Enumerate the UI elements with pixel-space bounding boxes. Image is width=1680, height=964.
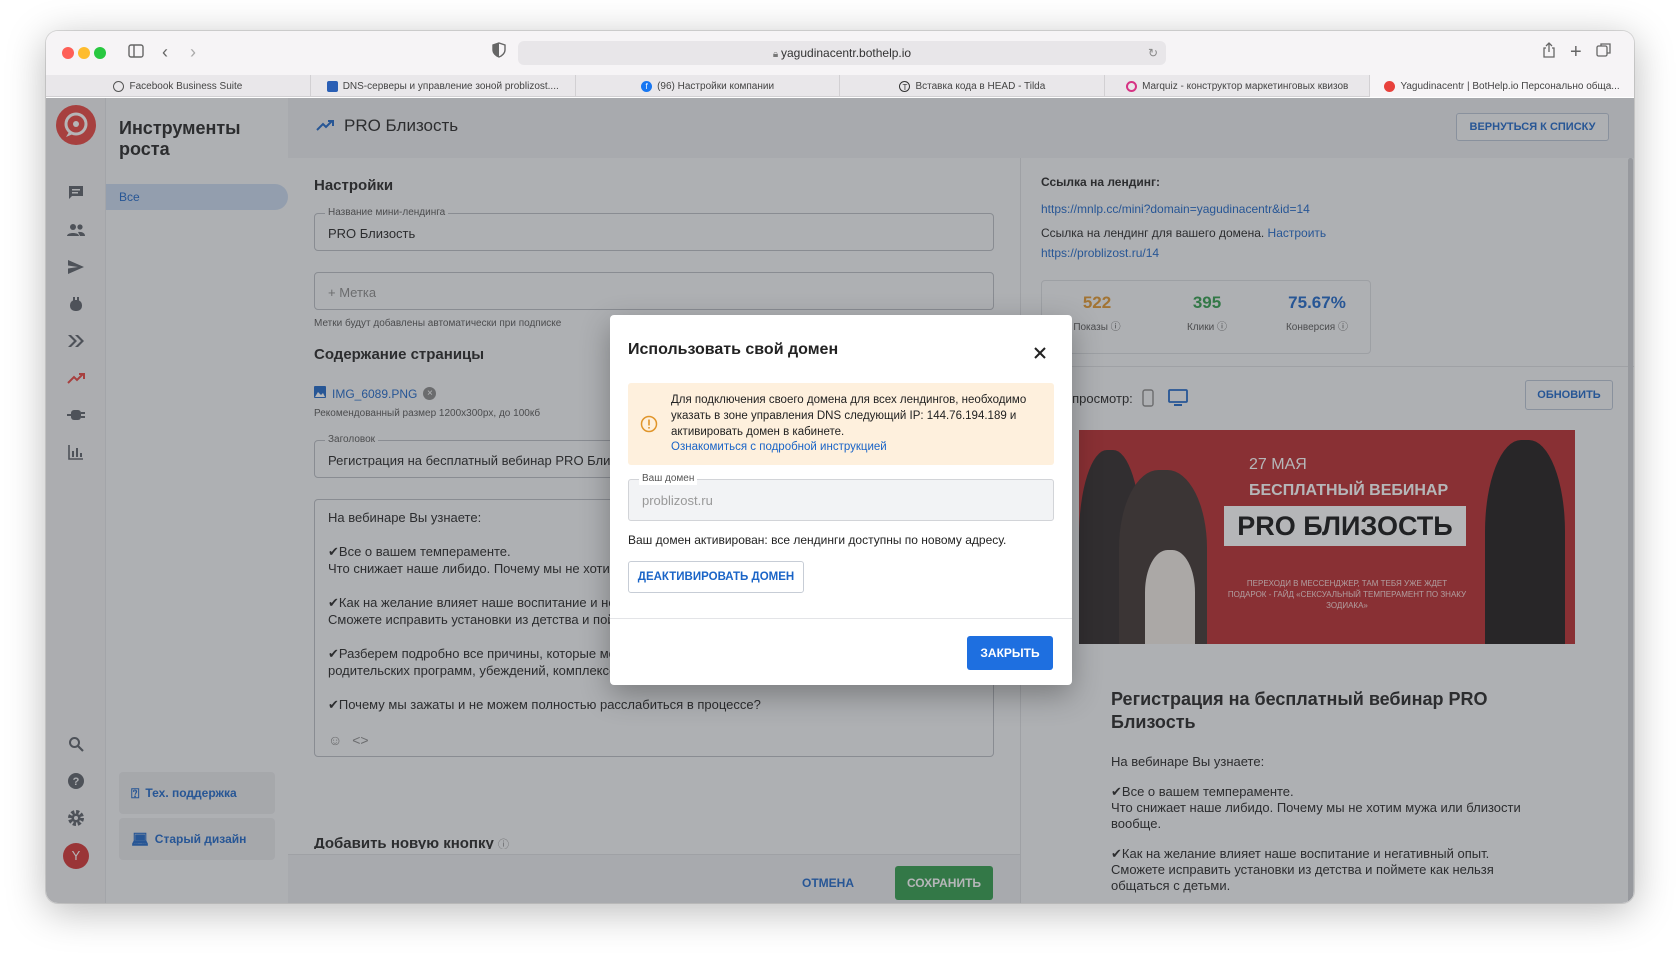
address-bar[interactable]: 🔒︎ yagudinacentr.bothelp.io ↻ bbox=[518, 41, 1166, 65]
tab-overview-icon[interactable] bbox=[1596, 42, 1612, 62]
new-tab-icon[interactable]: + bbox=[1570, 42, 1582, 62]
tab-label: DNS-серверы и управление зоной problizos… bbox=[342, 80, 559, 92]
browser-tab[interactable]: Facebook Business Suite bbox=[46, 75, 311, 97]
tab-label: Facebook Business Suite bbox=[129, 80, 243, 92]
field-value: problizost.ru bbox=[642, 493, 713, 508]
close-button[interactable]: ЗАКРЫТЬ bbox=[967, 636, 1053, 670]
minimize-window-button[interactable] bbox=[78, 47, 90, 59]
alert-text: Для подключения своего домена для всех л… bbox=[671, 394, 1027, 438]
tab-label: Yagudinacentr | BotHelp.io Персонально о… bbox=[1400, 80, 1620, 92]
sidebar-toggle-icon[interactable] bbox=[128, 42, 144, 62]
bothelp-icon bbox=[1384, 80, 1396, 92]
dialog-title: Использовать свой домен bbox=[628, 341, 839, 358]
info-icon bbox=[640, 415, 658, 438]
tab-label: (96) Настройки компании bbox=[657, 80, 775, 92]
instructions-link[interactable]: Ознакомиться с подробной инструкцией bbox=[671, 441, 887, 453]
field-label: Ваш домен bbox=[639, 473, 698, 485]
deactivate-domain-button[interactable]: ДЕАКТИВИРОВАТЬ ДОМЕН bbox=[628, 561, 804, 593]
tilda-icon: T bbox=[899, 80, 911, 92]
close-icon[interactable] bbox=[1032, 345, 1048, 361]
tab-label: Marquiz - конструктор маркетинговых квиз… bbox=[1142, 80, 1349, 92]
reload-icon[interactable]: ↻ bbox=[1148, 41, 1158, 65]
facebook-icon: f bbox=[641, 80, 653, 92]
maximize-window-button[interactable] bbox=[94, 47, 106, 59]
browser-tab[interactable]: f (96) Настройки компании bbox=[576, 75, 841, 97]
facebook-suite-icon bbox=[113, 80, 125, 92]
browser-tab[interactable]: T Вставка кода в HEAD - Tilda bbox=[840, 75, 1106, 97]
browser-tab-active[interactable]: Yagudinacentr | BotHelp.io Персонально о… bbox=[1370, 75, 1634, 97]
browser-window: ‹ › 🔒︎ yagudinacentr.bothelp.io ↻ + Face… bbox=[46, 31, 1634, 903]
custom-domain-dialog: Использовать свой домен Для подключения … bbox=[610, 315, 1072, 685]
browser-tab-strip: Facebook Business Suite DNS-серверы и уп… bbox=[46, 75, 1634, 97]
close-window-button[interactable] bbox=[62, 47, 74, 59]
divider bbox=[610, 618, 1072, 619]
url-text: yagudinacentr.bothelp.io bbox=[781, 46, 912, 60]
forward-arrow-icon[interactable]: › bbox=[190, 42, 196, 62]
lock-icon: 🔒︎ bbox=[772, 49, 781, 60]
activated-status: Ваш домен активирован: все лендинги дост… bbox=[628, 533, 1007, 547]
marquiz-icon bbox=[1126, 80, 1138, 92]
back-arrow-icon[interactable]: ‹ bbox=[162, 42, 168, 62]
shield-icon[interactable] bbox=[492, 42, 506, 62]
browser-titlebar: ‹ › 🔒︎ yagudinacentr.bothelp.io ↻ + bbox=[46, 31, 1634, 75]
browser-tab[interactable]: Marquiz - конструктор маркетинговых квиз… bbox=[1105, 75, 1371, 97]
browser-tab[interactable]: DNS-серверы и управление зоной problizos… bbox=[311, 75, 576, 97]
domain-input[interactable]: Ваш домен problizost.ru bbox=[628, 473, 1054, 521]
share-icon[interactable] bbox=[1542, 42, 1556, 62]
tab-label: Вставка кода в HEAD - Tilda bbox=[915, 80, 1046, 92]
dns-alert: Для подключения своего домена для всех л… bbox=[628, 383, 1054, 465]
dns-icon bbox=[326, 80, 338, 92]
